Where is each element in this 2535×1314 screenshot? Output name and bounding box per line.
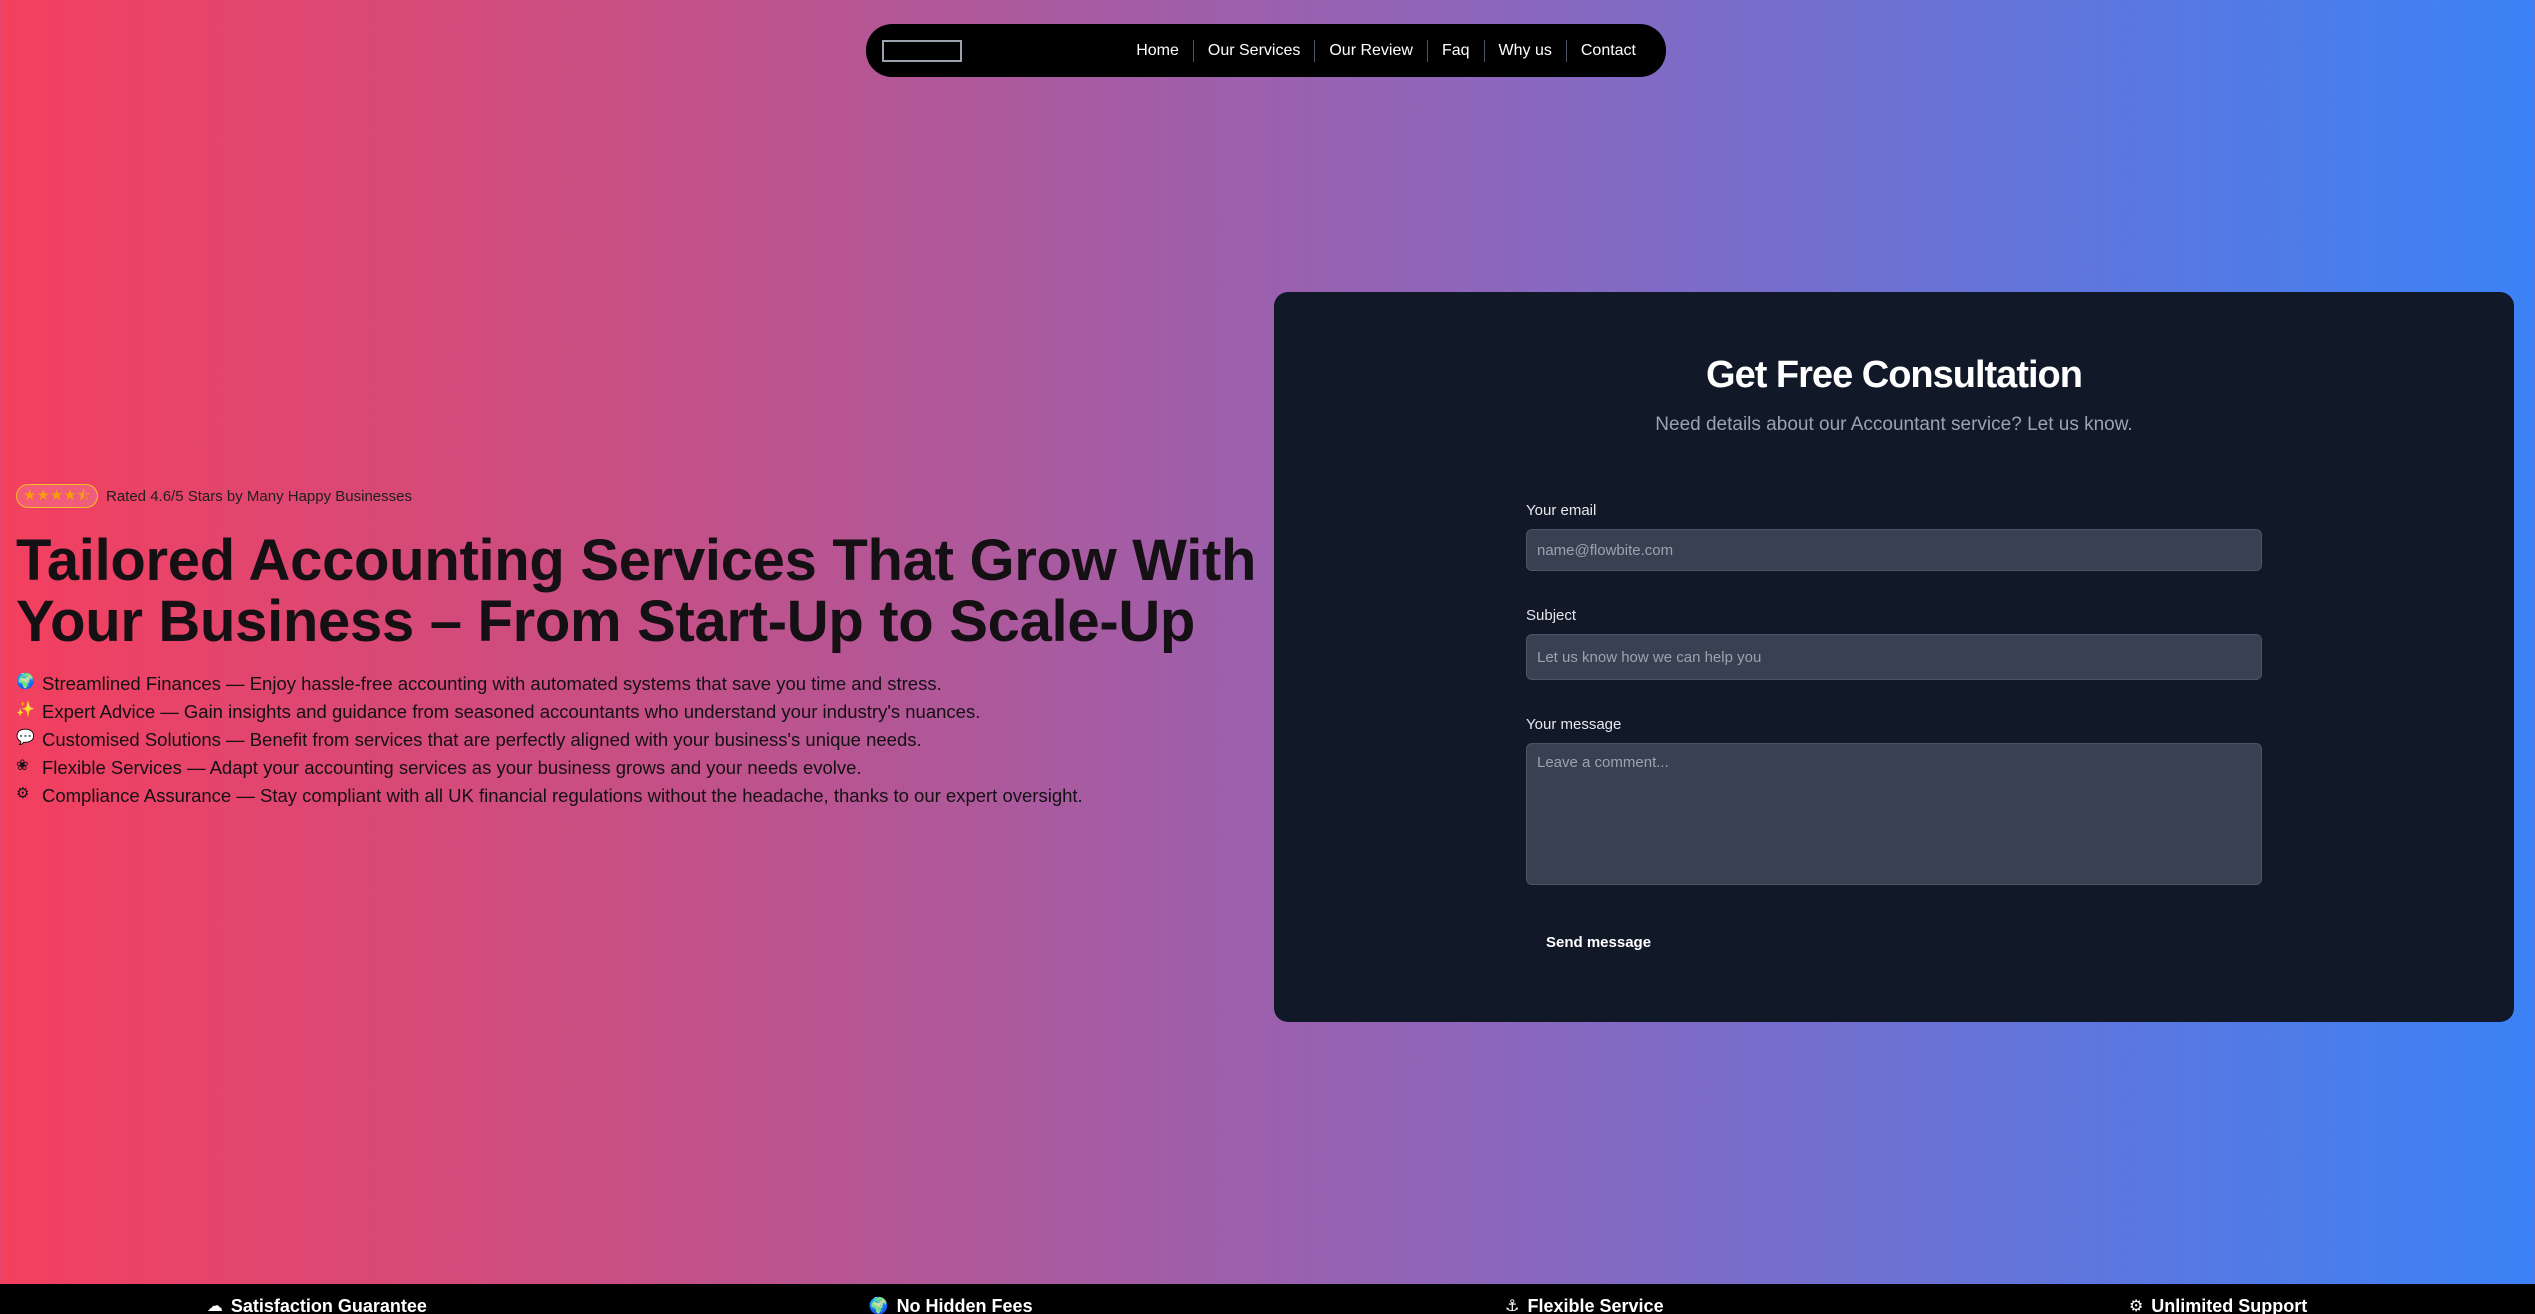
feature-item: 💬 Customised Solutions — Benefit from se… (16, 726, 1266, 754)
flower-icon: ❀ (16, 757, 29, 774)
bar-item-label: Satisfaction Guarantee (230, 1296, 427, 1314)
send-message-button[interactable]: Send message (1526, 926, 1671, 959)
nav-link-our-review[interactable]: Our Review (1314, 39, 1427, 62)
bar-item-label: No Hidden Fees (896, 1296, 1033, 1314)
headline-line-2: Your Business – From Start-Up to Scale-U… (16, 589, 1196, 654)
feature-item: ⚙ Compliance Assurance — Stay compliant … (16, 782, 1266, 810)
email-field[interactable] (1526, 529, 2262, 571)
bar-item-no-hidden-fees: 🌍 No Hidden Fees (634, 1284, 1268, 1314)
bar-item-satisfaction: ☁ Satisfaction Guarantee (0, 1284, 634, 1314)
feature-text: Compliance Assurance — Stay compliant wi… (42, 785, 1083, 806)
rating-row: ★★★★⯪ Rated 4.6/5 Stars by Many Happy Bu… (16, 484, 1266, 508)
cloud-icon: ☁ (206, 1298, 223, 1314)
nav-link-home[interactable]: Home (1122, 40, 1193, 62)
gear-icon: ⚙ (16, 785, 30, 802)
bar-item-unlimited-support: ⚙ Unlimited Support (1901, 1284, 2535, 1314)
bar-item-label: Flexible Service (1527, 1296, 1664, 1314)
nav-link-faq[interactable]: Faq (1426, 39, 1484, 62)
subject-field[interactable] (1526, 634, 2262, 680)
consultation-form: Your email Subject Your message Send mes… (1526, 502, 2262, 959)
gear-icon: ⚙ (2128, 1298, 2144, 1314)
nav-links: Home Our Services Our Review Faq Why us … (1122, 39, 1650, 62)
nav-link-contact[interactable]: Contact (1565, 39, 1650, 62)
consultation-card: Get Free Consultation Need details about… (1274, 292, 2514, 1022)
headline-line-1: Tailored Accounting Services That Grow W… (16, 528, 1257, 593)
card-subtitle: Need details about our Accountant servic… (1655, 414, 2133, 435)
star-rating-icon: ★★★★⯪ (16, 484, 98, 508)
bar-item-flexible-service: ⚓ Flexible Service (1268, 1284, 1902, 1314)
hero-headline: Tailored Accounting Services That Grow W… (16, 530, 1266, 652)
feature-list: 🌍 Streamlined Finances — Enjoy hassle-fr… (16, 670, 1266, 810)
feature-text: Streamlined Finances — Enjoy hassle-free… (42, 673, 942, 694)
card-title: Get Free Consultation (1706, 354, 2083, 396)
message-textarea[interactable] (1526, 743, 2262, 885)
email-label: Your email (1526, 502, 1597, 519)
feature-text: Flexible Services — Adapt your accountin… (42, 757, 862, 778)
feature-text: Customised Solutions — Benefit from serv… (42, 729, 922, 750)
feature-text: Expert Advice — Gain insights and guidan… (42, 701, 981, 722)
chat-icon: 💬 (16, 729, 35, 746)
logo-placeholder[interactable] (882, 39, 962, 62)
feature-item: 🌍 Streamlined Finances — Enjoy hassle-fr… (16, 670, 1266, 698)
feature-item: ❀ Flexible Services — Adapt your account… (16, 754, 1266, 782)
feature-bar: ☁ Satisfaction Guarantee 🌍 No Hidden Fee… (0, 1284, 2535, 1314)
nav-link-our-services[interactable]: Our Services (1192, 39, 1314, 62)
rating-text: Rated 4.6/5 Stars by Many Happy Business… (106, 487, 412, 505)
anchor-icon: ⚓ (1505, 1298, 1520, 1314)
nav-link-why-us[interactable]: Why us (1483, 39, 1566, 62)
top-navbar: Home Our Services Our Review Faq Why us … (866, 24, 1666, 77)
hero-section: ★★★★⯪ Rated 4.6/5 Stars by Many Happy Bu… (16, 484, 1266, 810)
sparkle-icon: ✨ (16, 701, 35, 718)
message-label: Your message (1526, 716, 1622, 733)
feature-item: ✨ Expert Advice — Gain insights and guid… (16, 698, 1266, 726)
subject-label: Subject (1526, 607, 1577, 624)
globe-icon: 🌍 (16, 673, 35, 690)
globe-icon: 🌍 (868, 1298, 889, 1314)
bar-item-label: Unlimited Support (2151, 1296, 2308, 1314)
